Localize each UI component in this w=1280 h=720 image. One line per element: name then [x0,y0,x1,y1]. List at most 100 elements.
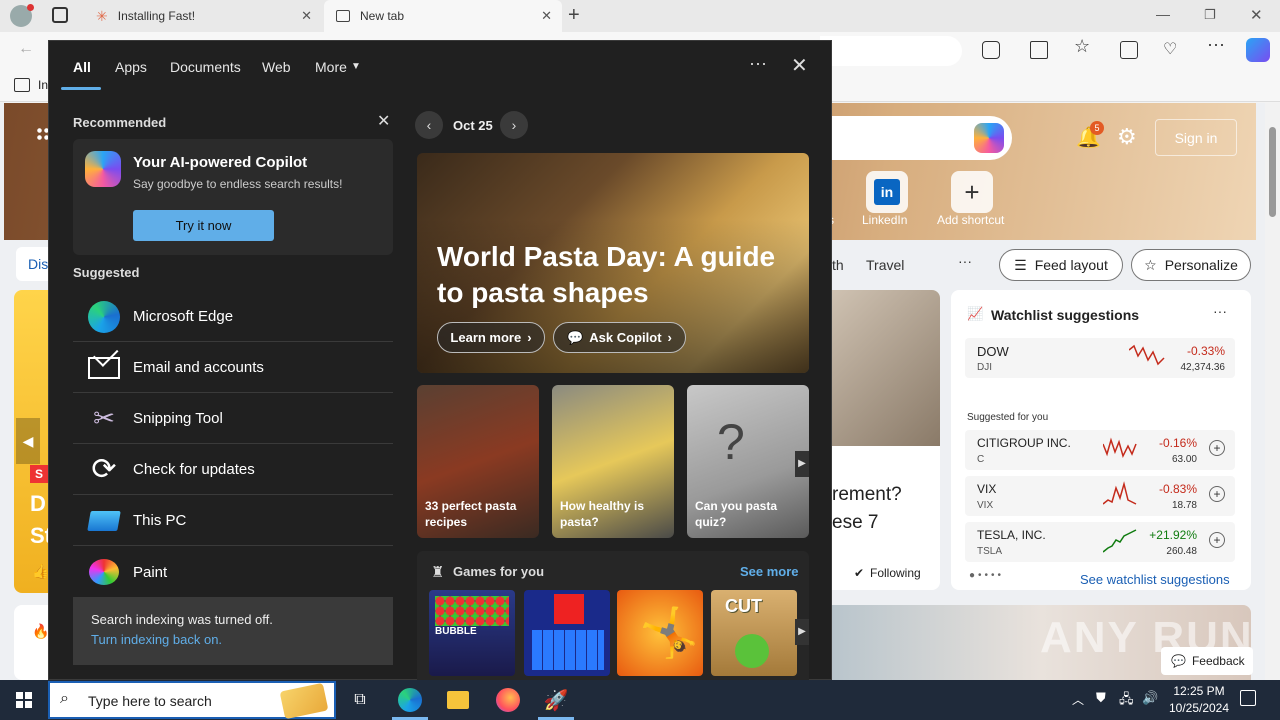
suggested-app-paint[interactable]: Paint [73,547,393,597]
sign-in-button[interactable]: Sign in [1155,119,1237,156]
tiles-next-icon[interactable]: ▶ [795,451,809,477]
taskbar-search-box[interactable]: ⌕ Type here to search [48,681,336,720]
nav-more-icon[interactable]: ··· [958,253,972,269]
bookmark-label[interactable]: In [38,78,48,92]
volume-icon[interactable]: 🔊 [1142,690,1158,706]
network-icon[interactable]: 🖧 [1119,690,1134,712]
copilot-icon[interactable] [1246,38,1270,62]
search-tab-all[interactable]: All [73,59,91,75]
firefox-icon[interactable] [484,680,532,720]
address-input[interactable] [820,36,962,66]
prev-date-button[interactable]: ‹ [415,111,443,139]
search-tab-documents[interactable]: Documents [170,59,241,75]
tab-new-tab[interactable]: New tab ✕ [324,0,562,32]
search-tab-more[interactable]: More [315,59,347,75]
next-date-button[interactable]: › [500,111,528,139]
loading-spinner-icon: ✳ [96,7,108,24]
story-tile[interactable]: How healthy is pasta? [552,385,674,538]
suggested-app-edge[interactable]: Microsoft Edge [73,292,393,342]
game-tile-cut-the-rope[interactable]: CUT [711,590,797,676]
stock-row[interactable]: TESLA, INC. TSLA +21.92% 260.48 + [965,522,1235,562]
following-label[interactable]: Following [870,566,921,580]
minimize-button[interactable]: — [1156,6,1170,22]
copilot-search-icon[interactable] [974,123,1004,153]
game-tile-blocks[interactable] [524,590,610,676]
device-icon[interactable]: ⛊ [1096,690,1106,706]
small-card[interactable]: 🔥 [14,605,49,680]
add-to-watchlist-icon[interactable]: + [1209,440,1225,456]
clock-time[interactable]: 12:25 PM [1171,684,1227,698]
rocket-app-icon[interactable]: 🚀 [532,680,580,720]
turn-indexing-on-link[interactable]: Turn indexing back on. [91,632,222,647]
feedback-button[interactable]: 💬 Feedback [1161,647,1253,675]
clock-date[interactable]: 10/25/2024 [1163,701,1235,715]
search-tab-web[interactable]: Web [262,59,291,75]
ask-copilot-button[interactable]: 💬 Ask Copilot › [553,322,686,353]
new-tab-plus-icon[interactable]: + [568,4,580,27]
chevron-down-icon[interactable]: ▼ [351,61,361,72]
like-icon[interactable]: 👍 [32,563,49,580]
feed-layout-button[interactable]: ☰ Feed layout [999,249,1123,281]
suggested-app-email[interactable]: Email and accounts [73,340,393,393]
games-next-icon[interactable]: ▶ [795,619,809,645]
back-arrow-icon[interactable]: ← [18,40,34,58]
taskbar-edge-icon[interactable] [386,680,434,720]
article-card[interactable]: rement? ese 7 ✔ Following [832,290,940,590]
import-favorites-icon[interactable] [14,78,30,92]
split-screen-icon[interactable] [1030,41,1048,59]
scrollbar-thumb[interactable] [1269,127,1276,217]
file-explorer-icon[interactable] [434,680,482,720]
add-to-watchlist-icon[interactable]: + [1209,486,1225,502]
panel-options-icon[interactable]: ··· [749,53,767,74]
game-tile-stickman[interactable]: 🤸 [617,590,703,676]
shortcut-linkedin[interactable]: in [866,171,908,213]
collections-icon[interactable] [1120,41,1138,59]
story-tile[interactable]: ? Can you pasta quiz? [687,385,809,538]
nav-travel[interactable]: Travel [866,257,904,273]
story-tile[interactable]: 33 perfect pasta recipes [417,385,539,538]
tab-close-icon[interactable]: ✕ [301,8,312,24]
learn-more-button[interactable]: Learn more › [437,322,545,353]
search-tab-apps[interactable]: Apps [115,59,147,75]
carousel-prev-icon[interactable]: ◀ [16,418,40,464]
game-tile-bubble-shooter[interactable]: BUBBLE [429,590,515,676]
notification-center-icon[interactable] [1240,690,1256,706]
tab-actions-icon[interactable] [52,7,68,23]
tab-installing-fast[interactable]: ✳ Installing Fast! ✕ [84,0,322,32]
browser-essentials-icon[interactable]: ♡ [1163,39,1177,59]
tab-close-icon[interactable]: ✕ [541,8,552,24]
suggested-app-this-pc[interactable]: This PC [73,496,393,546]
add-shortcut-button[interactable]: + [951,171,993,213]
see-watchlist-link[interactable]: See watchlist suggestions [1080,572,1230,587]
suggested-app-updates[interactable]: ⟳ Check for updates [73,445,393,495]
stock-row[interactable]: CITIGROUP INC. C -0.16% 63.00 + [965,430,1235,470]
see-more-games-link[interactable]: See more [740,564,799,579]
shortcut-label: Add shortcut [937,213,1005,227]
start-button[interactable] [0,680,48,720]
close-window-button[interactable]: ✕ [1250,6,1263,24]
ask-copilot-label: Ask Copilot [589,330,662,345]
featured-story-card[interactable]: World Pasta Day: A guide to pasta shapes… [417,153,809,373]
close-panel-icon[interactable]: ✕ [791,53,808,78]
try-it-now-button[interactable]: Try it now [133,210,274,241]
personalize-button[interactable]: ☆ Personalize [1131,249,1251,281]
add-to-watchlist-icon[interactable]: + [1209,532,1225,548]
stock-symbol: VIX [977,500,994,511]
refresh-icon: ⟳ [91,453,117,486]
pagination-dots[interactable]: ●•••• [969,570,1004,581]
dismiss-recommended-icon[interactable]: ✕ [377,111,390,131]
page-settings-gear-icon[interactable]: ⚙ [1117,124,1137,150]
task-view-icon[interactable]: ⧉ [336,680,384,720]
stock-row-dow[interactable]: DOW DJI -0.33% 42,374.36 [965,338,1235,378]
suggested-app-snipping[interactable]: ✂ Snipping Tool [73,394,393,444]
nav-partial[interactable]: th [832,257,844,273]
restore-button[interactable]: ❐ [1204,7,1216,23]
watchlist-more-icon[interactable]: ··· [1213,303,1227,319]
extensions-icon[interactable] [982,41,1000,59]
page-scrollbar[interactable] [1265,103,1280,680]
stock-symbol: DJI [977,362,992,373]
settings-more-icon[interactable]: ··· [1207,34,1225,55]
show-hidden-icons-chevron[interactable]: ︿ [1072,691,1084,708]
stock-row[interactable]: VIX VIX -0.83% 18.78 + [965,476,1235,516]
favorites-star-icon[interactable]: ☆ [1074,36,1090,57]
